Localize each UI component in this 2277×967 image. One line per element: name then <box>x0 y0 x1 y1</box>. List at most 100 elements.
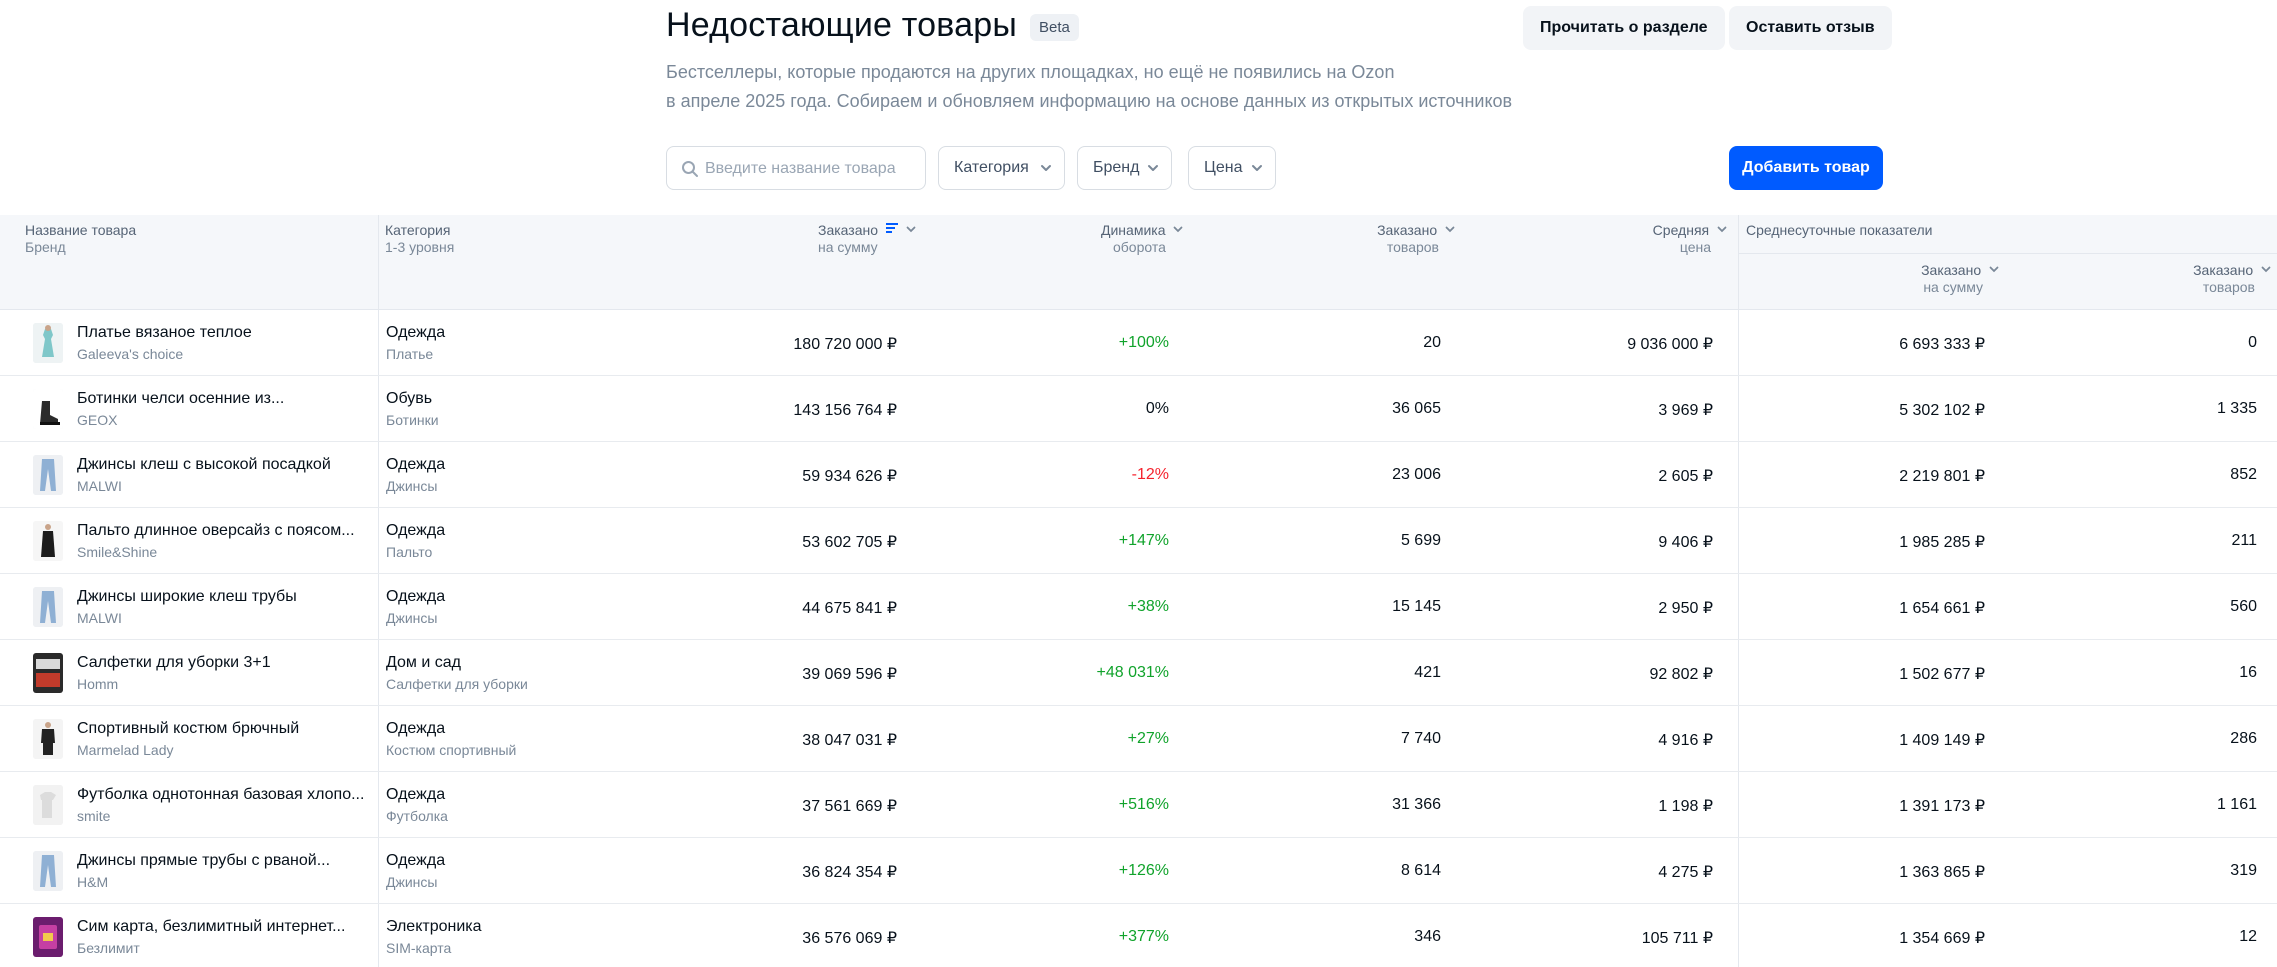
boots-thumb <box>33 389 63 429</box>
add-product-button[interactable]: Добавить товар <box>1729 146 1883 190</box>
product-brand: Smile&Shine <box>77 544 158 560</box>
table-row[interactable]: Салфетки для уборки 3+1 Homm Дом и сад Салф… <box>0 640 2277 706</box>
table-row[interactable]: Джинсы клеш с высокой посадкой MALWI Одежд… <box>0 442 2277 508</box>
daily-ordered-sum: 1 363 865 ₽ <box>1899 864 1985 881</box>
product-thumbnail[interactable] <box>33 851 63 891</box>
column-header-name[interactable]: Название товара Бренд <box>25 222 136 256</box>
product-thumbnail[interactable] <box>33 389 63 429</box>
column-header-avg-sum[interactable]: Заказано на сумму <box>1921 262 1999 296</box>
column-header-avg-count[interactable]: Заказано товаров <box>2193 262 2271 296</box>
leave-feedback-button[interactable]: Оставить отзыв <box>1729 6 1892 50</box>
column-header-price[interactable]: Средняя цена <box>1653 222 1727 256</box>
product-name[interactable]: Сим карта, безлимитный интернет... <box>77 918 345 936</box>
average-price: 9 036 000 ₽ <box>1627 336 1713 353</box>
average-price: 2 605 ₽ <box>1658 468 1713 485</box>
daily-ordered-sum: 1 409 149 ₽ <box>1899 732 1985 749</box>
jeans-thumb <box>33 587 63 627</box>
table-row[interactable]: Ботинки челси осенние из... GEOX Обувь Боти… <box>0 376 2277 442</box>
product-name[interactable]: Футболка однотонная базовая хлопо... <box>77 786 364 804</box>
ordered-sum: 38 047 031 ₽ <box>802 732 897 749</box>
average-price: 105 711 ₽ <box>1641 930 1713 947</box>
chevron-down-icon <box>1252 165 1262 171</box>
chevron-down-icon <box>906 226 916 233</box>
daily-ordered-sum: 1 354 669 ₽ <box>1899 930 1985 947</box>
jeans-thumb <box>33 851 63 891</box>
table-row[interactable]: Джинсы прямые трубы с рваной... H&M Одежда… <box>0 838 2277 904</box>
category-level-1: Одежда <box>386 522 446 539</box>
daily-ordered-sum: 1 502 677 ₽ <box>1899 666 1985 683</box>
product-thumbnail[interactable] <box>33 785 63 825</box>
product-thumbnail[interactable] <box>33 521 63 561</box>
product-brand: MALWI <box>77 610 122 626</box>
average-price: 92 802 ₽ <box>1649 666 1713 683</box>
category-level-1: Одежда <box>386 720 446 737</box>
table-row[interactable]: Пальто длинное оверсайз с поясом... Smile… <box>0 508 2277 574</box>
ordered-count: 15 145 <box>1392 598 1441 615</box>
ordered-count: 23 006 <box>1392 466 1441 483</box>
product-thumbnail[interactable] <box>33 719 63 759</box>
product-name[interactable]: Пальто длинное оверсайз с поясом... <box>77 522 355 540</box>
search-box[interactable] <box>666 146 926 190</box>
search-input[interactable] <box>705 155 915 183</box>
turnover-dynamics: +516% <box>1118 796 1169 813</box>
price-dropdown[interactable]: Цена <box>1188 146 1276 190</box>
product-name[interactable]: Салфетки для уборки 3+1 <box>77 654 271 672</box>
dress-thumb <box>33 323 63 363</box>
product-brand: Galeeva's choice <box>77 346 184 362</box>
category-dropdown[interactable]: Категория <box>938 146 1065 190</box>
table-row[interactable]: Платье вязаное теплое Galeeva's choice Оде… <box>0 310 2277 376</box>
column-header-name-sub: Бренд <box>25 239 66 255</box>
daily-ordered-sum: 1 654 661 ₽ <box>1899 600 1985 617</box>
turnover-dynamics: +100% <box>1118 334 1169 351</box>
jeans-thumb <box>33 455 63 495</box>
daily-ordered-count: 1 161 <box>2216 796 2257 813</box>
ordered-count: 8 614 <box>1400 862 1441 879</box>
ordered-sum: 39 069 596 ₽ <box>802 666 897 683</box>
product-name[interactable]: Джинсы клеш с высокой посадкой <box>77 456 331 474</box>
column-header-dynamics[interactable]: Динамика оборота <box>1101 222 1183 256</box>
column-header-count-label: Заказано <box>1377 222 1438 238</box>
product-name[interactable]: Ботинки челси осенние из... <box>77 390 284 408</box>
column-header-category[interactable]: Категория 1-3 уровня <box>385 222 454 256</box>
product-name[interactable]: Спортивный костюм брючный <box>77 720 299 738</box>
ordered-count: 7 740 <box>1400 730 1441 747</box>
table-row[interactable]: Спортивный костюм брючный Marmelad Lady Од… <box>0 706 2277 772</box>
category-level-2: Джинсы <box>386 478 438 494</box>
turnover-dynamics: 0% <box>1145 400 1169 417</box>
filters-bar: Категория Бренд Цена Добавить товар <box>666 146 1883 190</box>
ordered-sum: 36 576 069 ₽ <box>802 930 897 947</box>
column-header-sum[interactable]: Заказано на сумму <box>818 222 916 256</box>
column-header-price-sub: цена <box>1679 239 1711 255</box>
product-name[interactable]: Джинсы прямые трубы с рваной... <box>77 852 330 870</box>
daily-ordered-count: 12 <box>2239 928 2257 945</box>
ordered-count: 20 <box>1423 334 1441 351</box>
daily-ordered-sum: 2 219 801 ₽ <box>1899 468 1985 485</box>
daily-ordered-count: 211 <box>2231 532 2257 549</box>
product-thumbnail[interactable] <box>33 917 63 957</box>
average-price: 9 406 ₽ <box>1658 534 1713 551</box>
column-header-count[interactable]: Заказано товаров <box>1377 222 1455 256</box>
category-dropdown-label: Категория <box>954 159 1029 176</box>
ordered-sum: 53 602 705 ₽ <box>802 534 897 551</box>
category-level-2: Костюм спортивный <box>386 742 517 758</box>
table-row[interactable]: Сим карта, безлимитный интернет... Безлим… <box>0 904 2277 967</box>
turnover-dynamics: +377% <box>1118 928 1169 945</box>
category-level-1: Электроника <box>386 918 482 935</box>
read-about-button[interactable]: Прочитать о разделе <box>1523 6 1725 50</box>
product-thumbnail[interactable] <box>33 323 63 363</box>
column-header-avg-sum-sub: на сумму <box>1923 279 1983 295</box>
product-thumbnail[interactable] <box>33 455 63 495</box>
table-row[interactable]: Футболка однотонная базовая хлопо... smit… <box>0 772 2277 838</box>
product-thumbnail[interactable] <box>33 587 63 627</box>
chevron-down-icon <box>1717 226 1727 233</box>
table-row[interactable]: Джинсы широкие клеш трубы MALWI Одежда Джин… <box>0 574 2277 640</box>
column-header-sum-label: Заказано <box>818 222 879 238</box>
ordered-sum: 44 675 841 ₽ <box>802 600 897 617</box>
product-thumbnail[interactable] <box>33 653 63 693</box>
product-name[interactable]: Платье вязаное теплое <box>77 324 252 342</box>
brand-dropdown[interactable]: Бренд <box>1077 146 1172 190</box>
product-name[interactable]: Джинсы широкие клеш трубы <box>77 588 297 606</box>
ordered-sum: 143 156 764 ₽ <box>793 402 897 419</box>
category-level-1: Одежда <box>386 324 446 341</box>
daily-ordered-count: 560 <box>2230 598 2257 615</box>
